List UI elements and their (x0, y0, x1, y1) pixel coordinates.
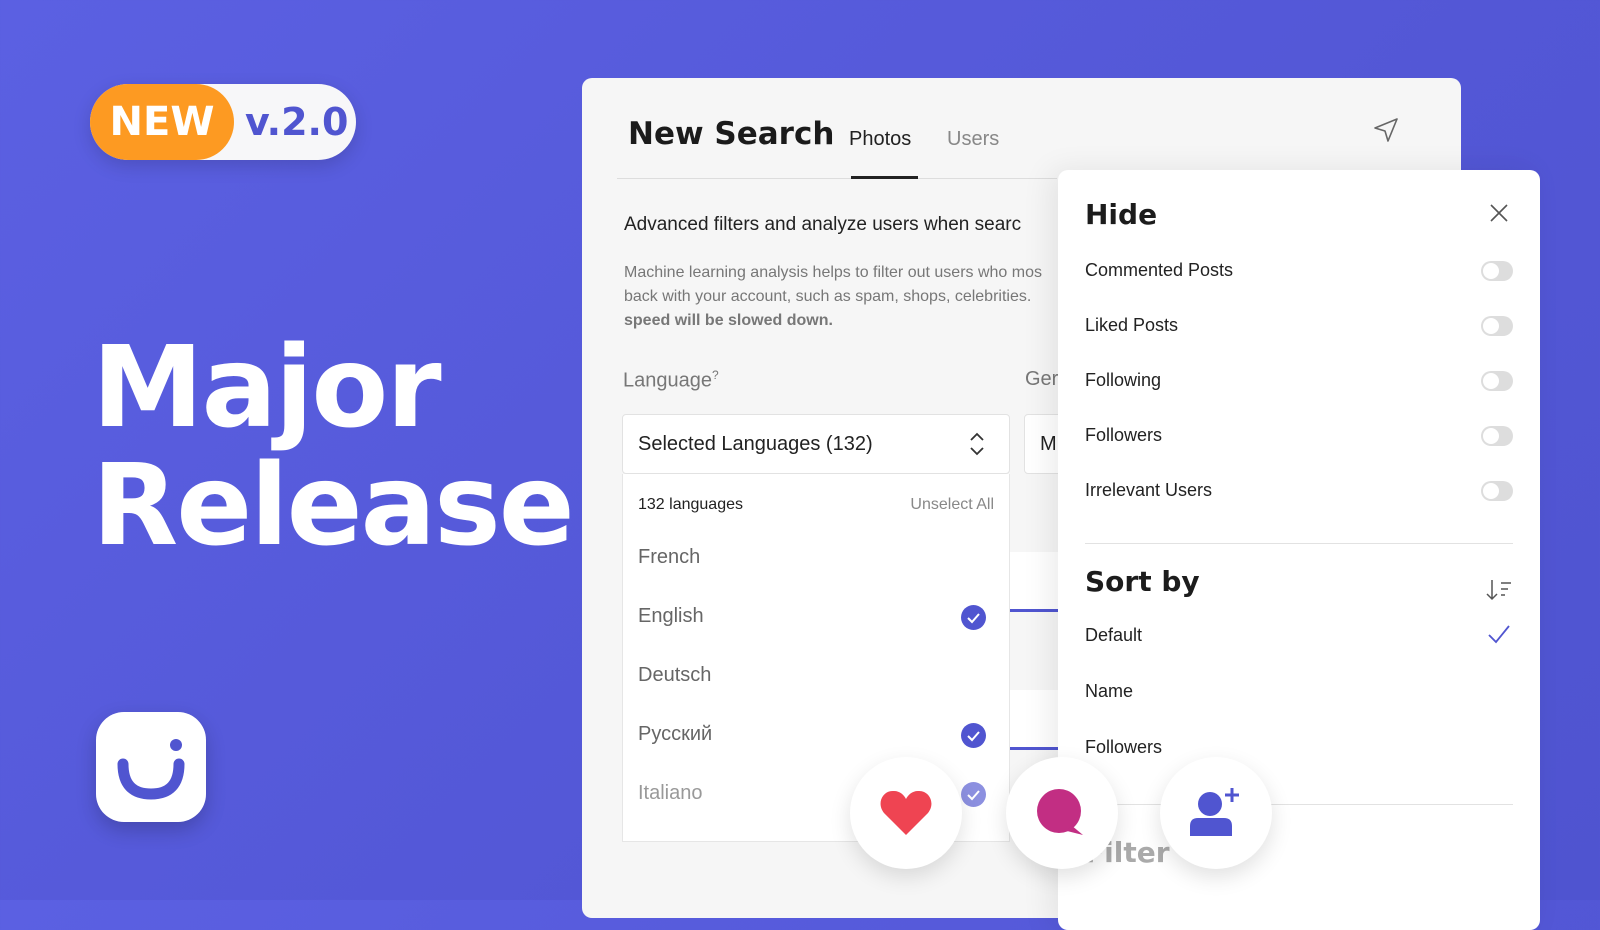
add-user-icon (1190, 788, 1239, 836)
tab-photos[interactable]: Photos (849, 128, 911, 151)
sort-icon[interactable] (1485, 578, 1513, 607)
gender-label: Ger (1025, 368, 1059, 390)
app-logo (96, 712, 206, 822)
divider (1085, 543, 1513, 544)
version-badge: NEW v.2.0 (90, 84, 356, 160)
hero-line-1: Major (92, 323, 442, 453)
language-label-text: Language (623, 369, 712, 392)
sort-option[interactable]: Name (1085, 681, 1133, 702)
language-count: 132 languages (638, 496, 743, 513)
toggle-switch[interactable] (1481, 261, 1513, 281)
check-icon (1487, 623, 1511, 650)
sort-title: Sort by (1085, 565, 1200, 598)
toggle-switch[interactable] (1481, 316, 1513, 336)
language-option[interactable]: English (638, 605, 704, 628)
checkmark-icon (961, 723, 986, 748)
hide-option: Followers (1085, 425, 1163, 445)
language-option[interactable]: Italiano (638, 782, 703, 805)
language-label: Language? (623, 368, 719, 393)
checkmark-icon (961, 782, 986, 807)
checkmark-icon (961, 605, 986, 630)
hide-option: Following (1085, 370, 1162, 390)
version-label: v.2.0 (245, 100, 349, 144)
hide-option: Irrelevant Users (1085, 480, 1213, 500)
close-icon[interactable] (1488, 202, 1510, 229)
unselect-all-button[interactable]: Unselect All (910, 496, 994, 514)
hide-option: Commented Posts (1085, 260, 1234, 280)
select-value: Selected Languages (132) (638, 433, 873, 455)
language-option[interactable]: Deutsch (638, 664, 711, 687)
options-panel: Hide Commented Posts Liked Posts Following… (1058, 170, 1540, 930)
divider (617, 178, 1057, 179)
add-user-button[interactable] (1160, 757, 1272, 869)
toggle-switch[interactable] (1481, 481, 1513, 501)
divider (1085, 804, 1513, 805)
page-title: New Search (628, 116, 835, 152)
hero-line-2: Release (92, 441, 575, 571)
toggle-switch[interactable] (1481, 371, 1513, 391)
active-tab-indicator (851, 176, 918, 179)
like-button[interactable] (850, 757, 962, 869)
tab-users[interactable]: Users (947, 128, 999, 151)
toggle-switch[interactable] (1481, 426, 1513, 446)
headline: Advanced filters and analyze users when … (624, 214, 1022, 235)
send-icon[interactable] (1372, 116, 1400, 149)
new-label: NEW (90, 84, 234, 160)
hide-title: Hide (1085, 198, 1158, 231)
sort-option[interactable]: Default (1085, 625, 1142, 646)
comment-button[interactable] (1006, 757, 1118, 869)
language-option[interactable]: French (638, 546, 700, 569)
description-line: Machine learning analysis helps to filte… (624, 264, 1042, 281)
help-icon[interactable]: ? (712, 368, 719, 382)
sort-option[interactable]: Followers (1085, 737, 1162, 758)
description-line: back with your account, such as spam, sh… (624, 288, 1032, 305)
language-select[interactable]: Selected Languages (132) (622, 414, 1010, 474)
hide-option: Liked Posts (1085, 315, 1179, 335)
description-line: speed will be slowed down. (624, 312, 833, 329)
comment-icon (1037, 789, 1083, 835)
language-option[interactable]: Русский (638, 723, 712, 746)
heart-icon (880, 790, 932, 835)
chevron-updown-icon (969, 431, 985, 462)
